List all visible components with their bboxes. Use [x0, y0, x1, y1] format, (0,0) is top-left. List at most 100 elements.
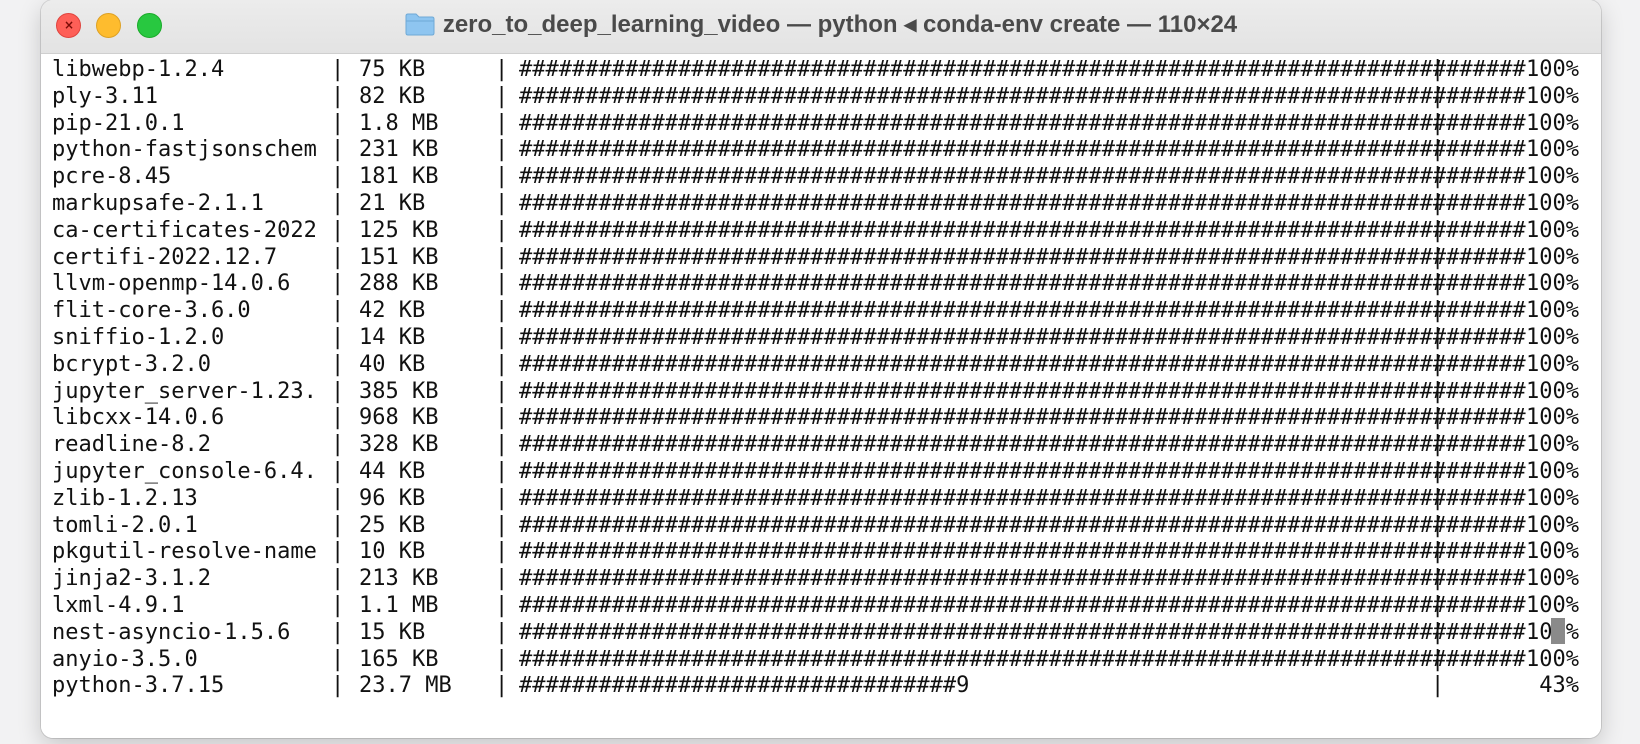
- progress-percent: 100%: [1526, 405, 1579, 431]
- package-name: sniffio-1.2.0: [52, 325, 225, 350]
- column-separator: |: [331, 271, 345, 297]
- column-separator: |: [331, 512, 345, 538]
- column-separator: |: [1431, 271, 1445, 297]
- progress-bar: ########################################…: [519, 271, 1526, 297]
- progress-percent: 100%: [1526, 244, 1579, 270]
- folder-icon: [405, 13, 435, 36]
- package-size: 23.7 MB: [359, 673, 452, 699]
- column-separator: |: [495, 244, 509, 270]
- progress-percent: 100%: [1526, 593, 1579, 618]
- column-separator: |: [1431, 217, 1445, 243]
- package-size: 213 KB: [359, 566, 439, 592]
- progress-percent: 100%: [1526, 57, 1579, 82]
- column-separator: |: [495, 566, 509, 592]
- package-name: python-fastjsonschem: [52, 137, 317, 163]
- column-separator: |: [331, 325, 345, 350]
- download-row: lxml-4.9.1 | 1.1 MB | ######################…: [41, 592, 1601, 620]
- progress-bar: ########################################…: [519, 351, 1526, 377]
- progress-percent: 100%: [1526, 164, 1579, 190]
- column-separator: |: [331, 110, 345, 136]
- column-separator: |: [495, 593, 509, 618]
- column-separator: |: [495, 110, 509, 136]
- progress-bar: ########################################…: [519, 593, 1526, 618]
- column-separator: |: [331, 83, 345, 109]
- download-row: tomli-2.0.1 | 25 KB | ######################…: [41, 512, 1601, 540]
- package-size: 385 KB: [359, 378, 439, 404]
- download-row: nest-asyncio-1.5.6 | 15 KB | ###############…: [41, 619, 1601, 647]
- column-separator: |: [495, 485, 509, 511]
- progress-bar: ########################################…: [519, 298, 1526, 324]
- package-name: ply-3.11: [52, 83, 158, 109]
- download-row: bcrypt-3.2.0 | 40 KB | #####################…: [41, 351, 1601, 379]
- column-separator: |: [1431, 57, 1445, 82]
- progress-percent: 100%: [1526, 646, 1579, 672]
- package-name: libwebp-1.2.4: [52, 57, 225, 82]
- window-title: zero_to_deep_learning_video — python ◂ c…: [41, 10, 1601, 40]
- progress-percent: 100%: [1526, 432, 1579, 458]
- column-separator: |: [331, 217, 345, 243]
- column-separator: |: [495, 432, 509, 458]
- column-separator: |: [331, 191, 345, 216]
- package-size: 968 KB: [359, 405, 439, 431]
- progress-bar: ########################################…: [519, 378, 1526, 404]
- progress-percent: 100%: [1526, 459, 1579, 484]
- progress-bar: ########################################…: [519, 566, 1526, 592]
- progress-percent: 100%: [1526, 298, 1579, 324]
- column-separator: |: [495, 459, 509, 484]
- package-name: pkgutil-resolve-name: [52, 539, 317, 565]
- package-size: 14 KB: [359, 325, 426, 350]
- column-separator: |: [495, 164, 509, 190]
- title-bar[interactable]: × zero_to_deep_learning_video — python ◂…: [41, 0, 1601, 54]
- column-separator: |: [331, 164, 345, 190]
- progress-bar: ########################################…: [519, 619, 1526, 645]
- terminal-output[interactable]: libwebp-1.2.4 | 75 KB | ####################…: [41, 54, 1601, 738]
- column-separator: |: [1431, 298, 1445, 324]
- column-separator: |: [1431, 485, 1445, 511]
- column-separator: |: [495, 646, 509, 672]
- column-separator: |: [1431, 83, 1445, 109]
- column-separator: |: [331, 459, 345, 484]
- column-separator: |: [495, 325, 509, 350]
- progress-bar: ########################################…: [519, 405, 1526, 431]
- text-cursor: [1551, 618, 1565, 644]
- column-separator: |: [495, 83, 509, 109]
- column-separator: |: [495, 351, 509, 377]
- package-size: 42 KB: [359, 298, 426, 324]
- download-row: jupyter_console-6.4. | 44 KB | #############…: [41, 458, 1601, 486]
- progress-percent: 100%: [1526, 325, 1579, 350]
- column-separator: |: [1431, 405, 1445, 431]
- package-name: markupsafe-2.1.1: [52, 191, 264, 216]
- package-size: 40 KB: [359, 351, 426, 377]
- column-separator: |: [331, 432, 345, 458]
- terminal-window: × zero_to_deep_learning_video — python ◂…: [41, 0, 1601, 738]
- column-separator: |: [331, 619, 345, 645]
- package-size: 25 KB: [359, 512, 426, 538]
- column-separator: |: [331, 405, 345, 431]
- download-row: libwebp-1.2.4 | 75 KB | ####################…: [41, 56, 1601, 84]
- progress-bar: ########################################…: [519, 325, 1526, 350]
- progress-bar: ########################################…: [519, 539, 1526, 565]
- package-name: llvm-openmp-14.0.6: [52, 271, 291, 297]
- package-name: pcre-8.45: [52, 164, 172, 190]
- package-name: bcrypt-3.2.0: [52, 351, 211, 377]
- column-separator: |: [331, 673, 345, 699]
- column-separator: |: [1431, 539, 1445, 565]
- download-row: pkgutil-resolve-name | 10 KB | #############…: [41, 538, 1601, 566]
- column-separator: |: [495, 405, 509, 431]
- package-name: certifi-2022.12.7: [52, 244, 278, 270]
- package-size: 288 KB: [359, 271, 439, 297]
- download-row: ply-3.11 | 82 KB | #########################…: [41, 83, 1601, 111]
- progress-bar: ########################################…: [519, 83, 1526, 109]
- column-separator: |: [331, 646, 345, 672]
- package-size: 82 KB: [359, 83, 426, 109]
- package-size: 151 KB: [359, 244, 439, 270]
- column-separator: |: [1431, 593, 1445, 618]
- download-row: markupsafe-2.1.1 | 21 KB | #################…: [41, 190, 1601, 218]
- progress-percent: 100%: [1526, 110, 1579, 136]
- column-separator: |: [331, 378, 345, 404]
- progress-percent: 100%: [1526, 539, 1579, 565]
- download-row: libcxx-14.0.6 | 968 KB | ###################…: [41, 404, 1601, 432]
- package-name: python-3.7.15: [52, 673, 225, 699]
- column-separator: |: [331, 244, 345, 270]
- progress-percent: 100%: [1526, 217, 1579, 243]
